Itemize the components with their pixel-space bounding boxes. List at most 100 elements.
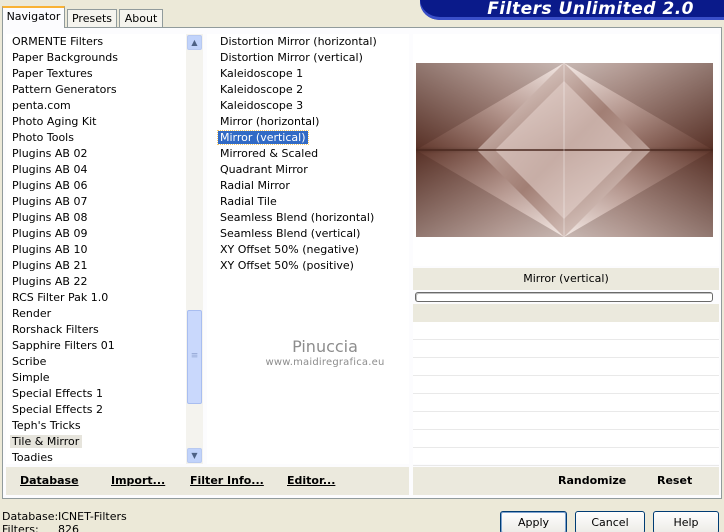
category-item[interactable]: Plugins AB 08 <box>6 210 203 226</box>
category-items: ORMENTE Filters Paper Backgrounds Paper Te… <box>6 34 203 464</box>
category-item-label: Plugins AB 22 <box>12 275 88 288</box>
filter-item[interactable]: Radial Mirror <box>207 178 409 194</box>
category-item-label: Plugins AB 21 <box>12 259 88 272</box>
category-item[interactable]: Plugins AB 07 <box>6 194 203 210</box>
filter-item-label: Seamless Blend (vertical) <box>220 227 361 240</box>
category-item[interactable]: Scribe <box>6 354 203 370</box>
category-item-label: Tile & Mirror <box>10 435 83 448</box>
filter-item[interactable]: Distortion Mirror (horizontal) <box>207 34 409 50</box>
scroll-up-button[interactable]: ▲ <box>187 35 202 50</box>
category-item[interactable]: Toadies <box>6 450 203 464</box>
category-item[interactable]: Plugins AB 22 <box>6 274 203 290</box>
parameter-row <box>413 430 719 448</box>
category-item-label: Special Effects 2 <box>12 403 104 416</box>
category-item[interactable]: Sapphire Filters 01 <box>6 338 203 354</box>
category-item[interactable]: Special Effects 2 <box>6 402 203 418</box>
category-item[interactable]: Plugins AB 09 <box>6 226 203 242</box>
category-item[interactable]: Teph's Tricks <box>6 418 203 434</box>
parameter-row <box>413 322 719 340</box>
scroll-thumb[interactable]: ≡ <box>187 310 202 404</box>
filter-item[interactable]: Distortion Mirror (vertical) <box>207 50 409 66</box>
filter-info-button[interactable]: Filter Info... <box>190 474 264 488</box>
category-item[interactable]: Paper Backgrounds <box>6 50 203 66</box>
category-item[interactable]: penta.com <box>6 98 203 114</box>
reset-button[interactable]: Reset <box>657 474 692 488</box>
category-item[interactable]: Plugins AB 02 <box>6 146 203 162</box>
import-button[interactable]: Import... <box>111 474 165 488</box>
category-item-label: Special Effects 1 <box>12 387 104 400</box>
editor-button[interactable]: Editor... <box>287 474 335 488</box>
category-item[interactable]: RCS Filter Pak 1.0 <box>6 290 203 306</box>
parameter-row <box>413 394 719 412</box>
category-item[interactable]: ORMENTE Filters <box>6 34 203 50</box>
category-item-label: Toadies <box>12 451 53 464</box>
filter-item-label: Seamless Blend (horizontal) <box>220 211 375 224</box>
category-item-label: Plugins AB 10 <box>12 243 88 256</box>
cancel-button[interactable]: Cancel <box>575 511 645 532</box>
category-item[interactable]: Render <box>6 306 203 322</box>
filter-item[interactable]: Mirror (vertical) <box>207 130 409 146</box>
category-list[interactable]: ORMENTE Filters Paper Backgrounds Paper Te… <box>6 34 203 464</box>
category-item-label: Plugins AB 09 <box>12 227 88 240</box>
category-item[interactable]: Plugins AB 06 <box>6 178 203 194</box>
filter-item-label: Radial Mirror <box>220 179 290 192</box>
category-item[interactable]: Paper Textures <box>6 66 203 82</box>
filter-item[interactable]: XY Offset 50% (positive) <box>207 258 409 274</box>
selected-filter-label: Mirror (vertical) <box>413 268 719 290</box>
category-item-label: Scribe <box>12 355 47 368</box>
category-item[interactable]: Tile & Mirror <box>6 434 203 450</box>
category-item-label: Teph's Tricks <box>12 419 81 432</box>
category-item-label: Rorshack Filters <box>12 323 99 336</box>
tab-navigator[interactable]: Navigator <box>2 6 65 28</box>
filter-item[interactable]: Quadrant Mirror <box>207 162 409 178</box>
category-item[interactable]: Photo Aging Kit <box>6 114 203 130</box>
list-button-row: Database Import... Filter Info... Editor… <box>6 467 409 495</box>
category-item[interactable]: Simple <box>6 370 203 386</box>
filter-item[interactable]: Mirrored & Scaled <box>207 146 409 162</box>
filter-item-label: Kaleidoscope 3 <box>220 99 304 112</box>
filter-item-label: Mirrored & Scaled <box>220 147 319 160</box>
category-item-label: Photo Aging Kit <box>12 115 97 128</box>
scroll-down-button[interactable]: ▼ <box>187 448 202 463</box>
category-item[interactable]: Plugins AB 04 <box>6 162 203 178</box>
filter-item-label: Radial Tile <box>220 195 277 208</box>
database-label: Database: <box>2 510 59 523</box>
filter-item[interactable]: Kaleidoscope 3 <box>207 98 409 114</box>
tab-about[interactable]: About <box>119 9 163 28</box>
category-item[interactable]: Pattern Generators <box>6 82 203 98</box>
category-item[interactable]: Special Effects 1 <box>6 386 203 402</box>
parameter-row <box>413 358 719 376</box>
category-item[interactable]: Plugins AB 21 <box>6 258 203 274</box>
help-button[interactable]: Help <box>653 511 719 532</box>
filter-item[interactable]: XY Offset 50% (negative) <box>207 242 409 258</box>
preview-button-row: Randomize Reset <box>413 467 719 495</box>
randomize-button[interactable]: Randomize <box>558 474 626 488</box>
filter-item[interactable]: Mirror (horizontal) <box>207 114 409 130</box>
filter-item-label: XY Offset 50% (positive) <box>220 259 354 272</box>
apply-button[interactable]: Apply <box>500 511 567 532</box>
app-banner: Filters Unlimited 2.0 <box>420 0 724 20</box>
category-item[interactable]: Rorshack Filters <box>6 322 203 338</box>
filter-item[interactable]: Radial Tile <box>207 194 409 210</box>
filter-list[interactable]: Distortion Mirror (horizontal) Distortion… <box>207 34 409 464</box>
filter-item[interactable]: Kaleidoscope 1 <box>207 66 409 82</box>
database-button[interactable]: Database <box>20 474 79 488</box>
category-item[interactable]: Photo Tools <box>6 130 203 146</box>
filter-item[interactable]: Seamless Blend (horizontal) <box>207 210 409 226</box>
category-item-label: Photo Tools <box>12 131 74 144</box>
category-scrollbar[interactable]: ▲ ≡ ▼ <box>186 34 203 464</box>
category-item-label: Plugins AB 07 <box>12 195 88 208</box>
watermark: Pinuccia www.maidiregrafica.eu <box>260 338 390 370</box>
filter-item[interactable]: Seamless Blend (vertical) <box>207 226 409 242</box>
tab-presets[interactable]: Presets <box>67 9 117 28</box>
filter-items: Distortion Mirror (horizontal) Distortion… <box>207 34 409 274</box>
parameter-row <box>413 448 719 466</box>
category-item-label: Plugins AB 06 <box>12 179 88 192</box>
category-item[interactable]: Plugins AB 10 <box>6 242 203 258</box>
filter-item-label: Distortion Mirror (horizontal) <box>220 35 377 48</box>
filter-item-label: Kaleidoscope 2 <box>220 83 304 96</box>
category-item-label: Plugins AB 02 <box>12 147 88 160</box>
filters-count-label: Filters: <box>2 523 39 532</box>
filters-count-value: 826 <box>58 523 79 532</box>
filter-item[interactable]: Kaleidoscope 2 <box>207 82 409 98</box>
